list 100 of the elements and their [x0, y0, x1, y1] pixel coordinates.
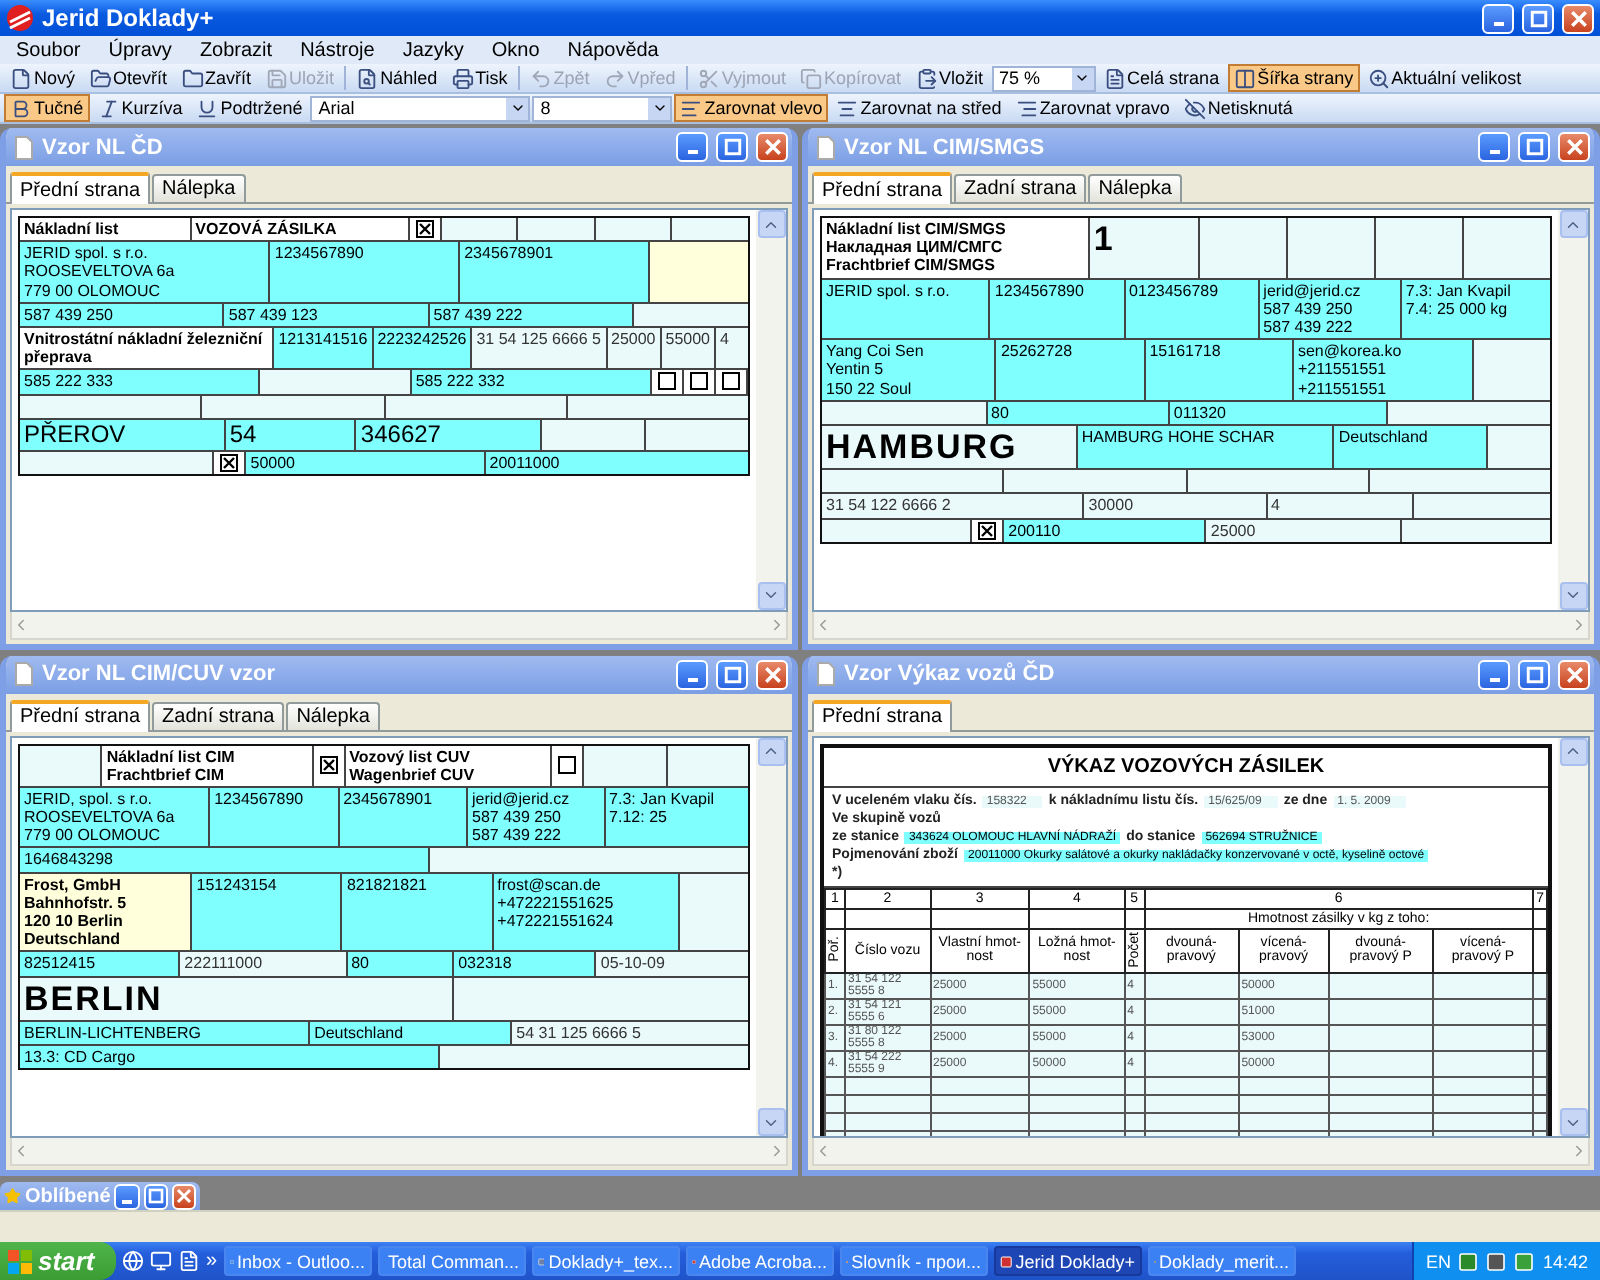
- toolbar-button[interactable]: Šířka strany: [1227, 64, 1360, 92]
- form-field[interactable]: 032318: [454, 952, 597, 976]
- horizontal-scrollbar[interactable]: [812, 611, 1590, 639]
- globe-icon[interactable]: [122, 1250, 144, 1272]
- form-field[interactable]: 2345678901: [460, 242, 650, 302]
- menu-item[interactable]: Okno: [491, 39, 540, 61]
- close-button[interactable]: [171, 1183, 197, 1209]
- form-field[interactable]: 200110: [1004, 519, 1207, 542]
- form-field[interactable]: 82512415: [20, 952, 181, 976]
- toolbar-button[interactable]: Náhled: [350, 64, 444, 92]
- checkbox[interactable]: [558, 756, 577, 775]
- form-field[interactable]: 2345678901: [339, 787, 469, 847]
- toolbar-button[interactable]: Podtržené: [190, 94, 309, 122]
- form-field[interactable]: 4: [1267, 494, 1414, 518]
- document-icon[interactable]: [178, 1250, 200, 1272]
- maximize-button[interactable]: [1522, 3, 1554, 33]
- form-field[interactable]: 151243154: [192, 873, 343, 951]
- form-field[interactable]: 55000: [661, 327, 716, 369]
- taskbar-button[interactable]: Slovník - прои...: [839, 1246, 988, 1276]
- toolbar-button[interactable]: Kurzíva: [91, 94, 189, 122]
- vertical-scrollbar[interactable]: [756, 210, 786, 609]
- checkbox[interactable]: [978, 521, 997, 540]
- form-field[interactable]: [649, 242, 749, 302]
- form-field[interactable]: HAMBURG HOHE SCHAR: [1077, 425, 1335, 469]
- form-field[interactable]: 011320: [1169, 401, 1388, 424]
- form-field[interactable]: frost@scan.de +472221551625 +472221551624: [493, 873, 680, 951]
- toolbar-button[interactable]: Aktuální velikost: [1361, 64, 1528, 92]
- form-field[interactable]: 222111000: [180, 952, 348, 976]
- taskbar-button[interactable]: Total Comman...: [377, 1246, 526, 1276]
- form-field[interactable]: BERLIN: [20, 977, 455, 1021]
- minimize-button[interactable]: [676, 132, 708, 162]
- form-field[interactable]: 25000: [607, 327, 662, 369]
- minimize-button[interactable]: [1478, 659, 1510, 689]
- form-field[interactable]: 31 54 125 6666 5: [472, 327, 607, 369]
- form-field[interactable]: 2223242526: [373, 327, 473, 369]
- form-field[interactable]: Deutschland: [1334, 425, 1488, 469]
- minimize-button[interactable]: [676, 659, 708, 689]
- vertical-scrollbar[interactable]: [1558, 737, 1588, 1136]
- checkbox[interactable]: [220, 454, 239, 473]
- empty-field[interactable]: [822, 519, 973, 542]
- form-field[interactable]: 54 31 125 6666 5: [512, 1022, 749, 1045]
- desktop-icon[interactable]: [150, 1250, 172, 1272]
- horizontal-scrollbar[interactable]: [812, 1138, 1590, 1166]
- form-field[interactable]: BERLIN-LICHTENBERG: [20, 1022, 311, 1045]
- form-field[interactable]: 587 439 123: [224, 303, 430, 326]
- menu-item[interactable]: Soubor: [16, 39, 81, 61]
- form-field[interactable]: 587 439 222: [429, 303, 635, 326]
- vertical-scrollbar[interactable]: [756, 737, 786, 1136]
- form-field[interactable]: 585 222 333: [20, 370, 261, 393]
- close-button[interactable]: [1558, 132, 1590, 162]
- form-field[interactable]: 1234567890: [270, 242, 461, 302]
- taskbar-button[interactable]: Inbox - Outloo...: [223, 1246, 372, 1276]
- minimize-button[interactable]: [114, 1183, 140, 1209]
- toolbar-button[interactable]: Zarovnat vlevo: [674, 94, 829, 122]
- checkbox[interactable]: [415, 220, 434, 239]
- zoom-select[interactable]: 75 %: [991, 65, 1096, 91]
- toolbar-button[interactable]: Otevřít: [83, 64, 174, 92]
- minimize-button[interactable]: [1478, 132, 1510, 162]
- menu-item[interactable]: Jazyky: [402, 39, 464, 61]
- close-button[interactable]: [1558, 659, 1590, 689]
- checkbox[interactable]: [722, 372, 741, 391]
- form-field[interactable]: 13.3: CD Cargo: [20, 1046, 441, 1069]
- more-button[interactable]: »: [206, 1250, 218, 1272]
- taskbar-button[interactable]: Jerid Doklady+: [993, 1246, 1142, 1276]
- form-field[interactable]: 80: [347, 952, 455, 976]
- menu-item[interactable]: Úpravy: [108, 39, 172, 61]
- form-field[interactable]: 1234567890: [990, 279, 1126, 339]
- form-field[interactable]: JERID, spol. s r.o. ROOSEVELTOVA 6a 779 00 OLOMOUC: [20, 787, 211, 847]
- minimize-button[interactable]: [1482, 3, 1514, 33]
- form-field[interactable]: 821821821: [342, 873, 494, 951]
- form-field[interactable]: 587 439 250: [20, 303, 225, 326]
- checkbox[interactable]: [319, 756, 338, 775]
- toolbar-button[interactable]: Zarovnat vpravo: [1009, 94, 1176, 122]
- form-field[interactable]: 0123456789: [1125, 279, 1260, 339]
- form-field[interactable]: 585 222 332: [411, 370, 653, 393]
- horizontal-scrollbar[interactable]: [10, 1138, 788, 1166]
- form-field[interactable]: 1: [1089, 218, 1200, 278]
- toolbar-button[interactable]: Zavřít: [175, 64, 258, 92]
- tab[interactable]: Přední strana: [812, 172, 953, 204]
- close-button[interactable]: [756, 659, 788, 689]
- taskbar-button[interactable]: Doklady_merit...: [1147, 1246, 1296, 1276]
- tab[interactable]: Nálepka: [286, 701, 380, 729]
- maximize-button[interactable]: [1518, 132, 1550, 162]
- form-field[interactable]: 1646843298: [20, 848, 430, 872]
- horizontal-scrollbar[interactable]: [10, 611, 788, 639]
- tab[interactable]: Přední strana: [10, 172, 151, 204]
- form-field[interactable]: 50000: [246, 452, 486, 475]
- form-field[interactable]: 25262728: [996, 340, 1146, 400]
- maximize-button[interactable]: [143, 1183, 168, 1209]
- form-field[interactable]: 05-10-09: [596, 952, 748, 976]
- form-field[interactable]: jerid@jerid.cz 587 439 250 587 439 222: [468, 787, 606, 847]
- menu-item[interactable]: Zobrazit: [199, 39, 273, 61]
- form-field[interactable]: 1234567890: [210, 787, 340, 847]
- tab[interactable]: Přední strana: [812, 699, 953, 731]
- maximize-button[interactable]: [716, 132, 748, 162]
- form-field[interactable]: PŘEROV: [20, 419, 226, 451]
- form-field[interactable]: 4: [716, 327, 748, 369]
- empty-field[interactable]: [679, 873, 748, 951]
- menu-item[interactable]: Nástroje: [300, 39, 375, 61]
- form-field[interactable]: 30000: [1084, 494, 1268, 518]
